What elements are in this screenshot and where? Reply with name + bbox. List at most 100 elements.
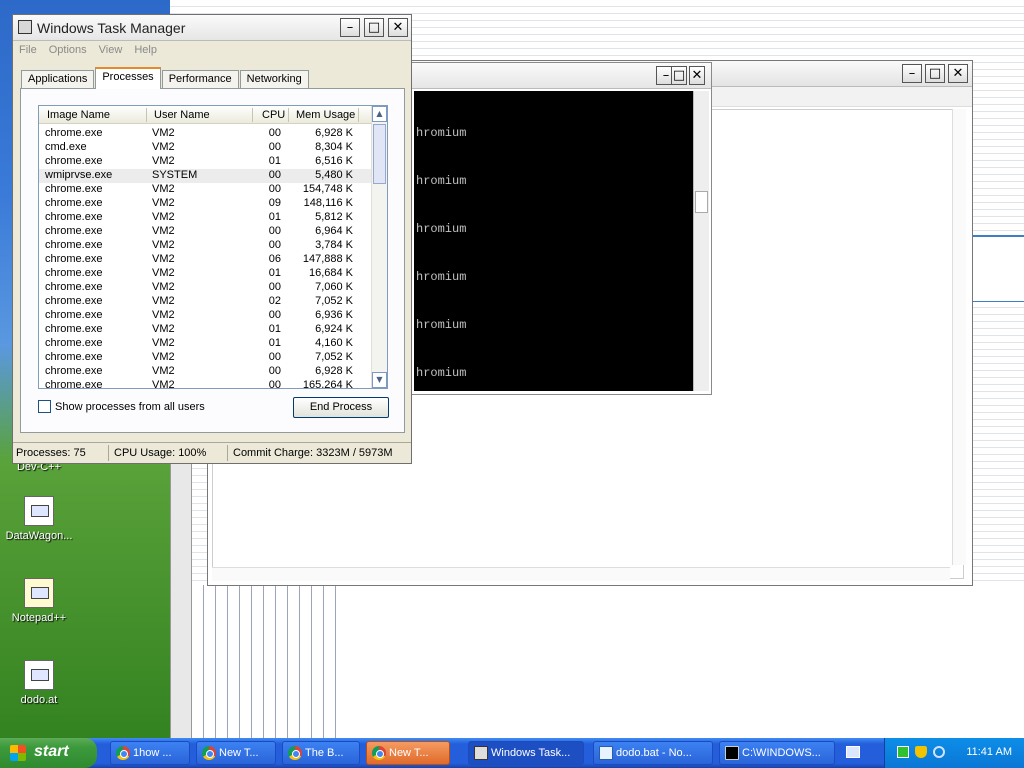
table-row[interactable]: cmd.exe VM2 00 8,304 K [39, 141, 373, 155]
column-header-user-name[interactable]: User Name [154, 109, 210, 121]
taskbar-button[interactable]: New T... [366, 741, 450, 765]
taskbar-button[interactable]: New T... [196, 741, 276, 765]
menu-bar: File Options View Help [13, 41, 411, 59]
security-shield-icon[interactable] [915, 746, 927, 758]
close-icon[interactable]: ✕ [689, 66, 705, 85]
desktop-icon-dodo[interactable]: dodo.at [0, 660, 78, 706]
tab-processes[interactable]: Processes [95, 67, 161, 89]
table-row[interactable]: chrome.exe VM2 00 6,964 K [39, 225, 373, 239]
desktop-icon-datawagon[interactable]: DataWagon... [0, 496, 78, 542]
taskbar-button[interactable]: Windows Task... [468, 741, 584, 765]
table-row[interactable]: wmiprvse.exe SYSTEM 00 5,480 K [39, 169, 373, 183]
column-header-mem-usage[interactable]: Mem Usage [296, 109, 355, 121]
window-title: Windows Task Manager [37, 20, 186, 36]
console-line: hromium [416, 318, 467, 332]
start-button[interactable]: start [0, 738, 97, 768]
table-row[interactable]: chrome.exe VM2 01 5,812 K [39, 211, 373, 225]
show-all-users-checkbox[interactable] [38, 400, 51, 413]
cell-user-name: VM2 [152, 239, 175, 251]
cell-mem-usage: 147,888 K [302, 253, 353, 265]
tab-performance[interactable]: Performance [161, 70, 239, 89]
cell-user-name: SYSTEM [152, 169, 198, 181]
column-header-image-name[interactable]: Image Name [47, 109, 110, 121]
connection-icon[interactable] [933, 746, 945, 758]
cell-image-name: chrome.exe [45, 337, 103, 349]
tab-applications[interactable]: Applications [21, 70, 95, 89]
cell-cpu: 01 [268, 267, 281, 279]
taskbar-button-label: The B... [305, 747, 344, 759]
maximize-icon[interactable]: □ [364, 18, 384, 37]
process-list[interactable]: Image Name User Name CPU Mem Usage chrom… [38, 105, 388, 389]
cell-mem-usage: 3,784 K [315, 239, 353, 251]
cell-mem-usage: 6,516 K [315, 155, 353, 167]
scroll-thumb[interactable] [373, 124, 386, 184]
table-row[interactable]: chrome.exe VM2 00 3,784 K [39, 239, 373, 253]
console-scroll-thumb[interactable] [695, 191, 708, 213]
cell-cpu: 00 [268, 309, 281, 321]
menu-options[interactable]: Options [49, 44, 87, 56]
editor-horizontal-scrollbar[interactable] [212, 567, 950, 581]
close-icon[interactable]: ✕ [948, 64, 968, 83]
menu-view[interactable]: View [99, 44, 123, 56]
clock[interactable]: 11:41 AM [966, 746, 1012, 758]
cell-mem-usage: 6,924 K [315, 323, 353, 335]
cell-user-name: VM2 [152, 337, 175, 349]
table-row[interactable]: chrome.exe VM2 00 165,264 K [39, 379, 373, 389]
table-row[interactable]: chrome.exe VM2 00 6,936 K [39, 309, 373, 323]
process-list-scrollbar[interactable]: ▲ ▼ [371, 106, 387, 388]
taskbar-button-label: C:\WINDOWS... [742, 747, 821, 759]
show-all-users-option[interactable]: Show processes from all users [38, 400, 205, 413]
table-row[interactable]: chrome.exe VM2 06 147,888 K [39, 253, 373, 267]
end-process-button[interactable]: End Process [293, 397, 389, 418]
desktop-icon-label: Notepad++ [11, 612, 67, 624]
console-scrollbar[interactable] [693, 91, 709, 391]
table-row[interactable]: chrome.exe VM2 01 16,684 K [39, 267, 373, 281]
table-row[interactable]: chrome.exe VM2 09 148,116 K [39, 197, 373, 211]
scroll-up-icon[interactable]: ▲ [372, 106, 387, 122]
menu-file[interactable]: File [19, 44, 37, 56]
table-row[interactable]: chrome.exe VM2 01 4,160 K [39, 337, 373, 351]
keyboard-icon[interactable] [846, 746, 860, 758]
cell-cpu: 00 [268, 351, 281, 363]
table-row[interactable]: chrome.exe VM2 01 6,516 K [39, 155, 373, 169]
cell-mem-usage: 6,928 K [315, 127, 353, 139]
cell-cpu: 00 [268, 379, 281, 389]
table-row[interactable]: chrome.exe VM2 00 7,052 K [39, 351, 373, 365]
desktop-icon-notepadpp[interactable]: Notepad++ [0, 578, 78, 624]
task-manager-titlebar[interactable]: Windows Task Manager – □ ✕ [13, 15, 411, 41]
taskbar-button[interactable]: The B... [282, 741, 360, 765]
console-window[interactable]: – □ ✕ hromium hromium hromium hromium hr… [405, 62, 712, 395]
table-row[interactable]: chrome.exe VM2 02 7,052 K [39, 295, 373, 309]
cell-cpu: 00 [268, 127, 281, 139]
minimize-icon[interactable]: – [340, 18, 360, 37]
scroll-down-icon[interactable]: ▼ [372, 372, 387, 388]
close-icon[interactable]: ✕ [388, 18, 408, 37]
table-row[interactable]: chrome.exe VM2 00 7,060 K [39, 281, 373, 295]
table-row[interactable]: chrome.exe VM2 00 154,748 K [39, 183, 373, 197]
task-manager-window[interactable]: Windows Task Manager – □ ✕ File Options … [12, 14, 412, 464]
taskbar-button[interactable]: 1how ... [110, 741, 190, 765]
maximize-icon[interactable]: □ [925, 64, 945, 83]
windows-logo-icon [10, 745, 26, 761]
cell-user-name: VM2 [152, 211, 175, 223]
maximize-icon[interactable]: □ [671, 66, 687, 85]
menu-help[interactable]: Help [134, 44, 157, 56]
editor-vertical-scrollbar[interactable] [952, 109, 966, 565]
cell-cpu: 01 [268, 323, 281, 335]
tab-networking[interactable]: Networking [239, 70, 309, 89]
taskbar-button[interactable]: dodo.bat - No... [593, 741, 713, 765]
console-titlebar[interactable]: – □ ✕ [406, 63, 711, 89]
cell-user-name: VM2 [152, 379, 175, 389]
console-output[interactable]: hromium hromium hromium hromium hromium … [414, 91, 696, 391]
status-cpu-usage: CPU Usage: 100% [114, 447, 207, 459]
cell-mem-usage: 148,116 K [303, 197, 353, 209]
table-row[interactable]: chrome.exe VM2 00 6,928 K [39, 127, 373, 141]
minimize-icon[interactable]: – [902, 64, 922, 83]
taskbar-button[interactable]: C:\WINDOWS... [719, 741, 835, 765]
column-header-cpu[interactable]: CPU [262, 109, 285, 121]
table-row[interactable]: chrome.exe VM2 00 6,928 K [39, 365, 373, 379]
cell-mem-usage: 6,964 K [315, 225, 353, 237]
cell-cpu: 00 [268, 141, 281, 153]
network-icon[interactable] [897, 746, 909, 758]
table-row[interactable]: chrome.exe VM2 01 6,924 K [39, 323, 373, 337]
